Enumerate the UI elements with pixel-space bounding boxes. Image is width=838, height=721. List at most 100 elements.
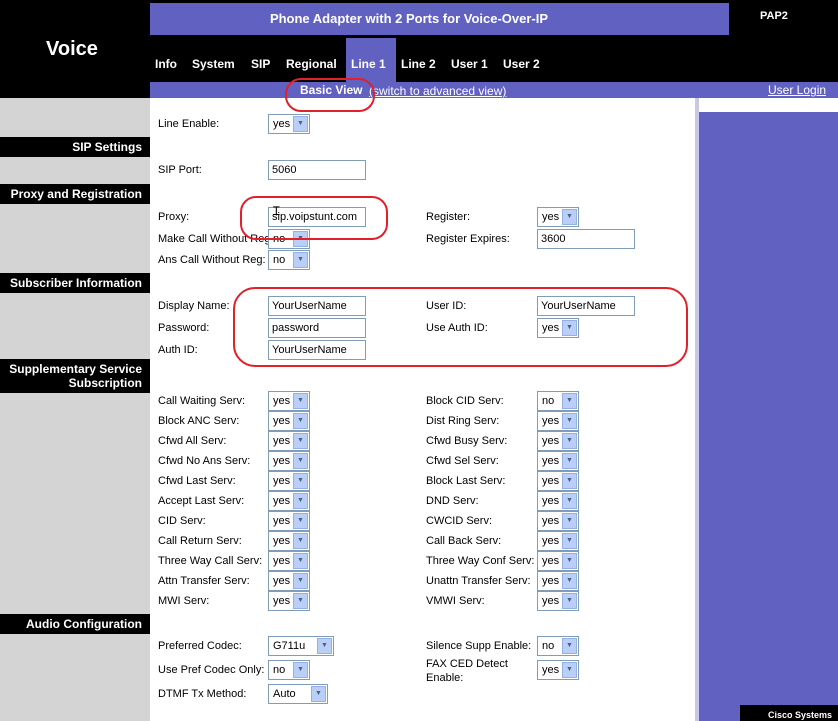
supp-service-right-select[interactable]: yes ▼	[537, 431, 579, 451]
make-call-without-reg-select[interactable]: no ▼	[268, 229, 310, 249]
sip-port-input[interactable]: 5060	[268, 160, 366, 180]
supp-service-right-label: Cfwd Busy Serv:	[426, 435, 508, 447]
register-select[interactable]: yes ▼	[537, 207, 579, 227]
supp-service-left-label: MWI Serv:	[158, 595, 210, 607]
dtmf-tx-method-label: DTMF Tx Method:	[158, 688, 247, 700]
chevron-down-icon: ▼	[562, 493, 577, 509]
supp-service-right-value: yes	[542, 595, 560, 607]
register-expires-input[interactable]: 3600	[537, 229, 635, 249]
supp-service-left-select[interactable]: yes ▼	[268, 571, 310, 591]
supp-service-right-label: Dist Ring Serv:	[426, 415, 500, 427]
ans-call-without-reg-label: Ans Call Without Reg:	[158, 254, 266, 266]
proxy-label: Proxy:	[158, 211, 190, 223]
supp-service-left-label: CID Serv:	[158, 515, 206, 527]
supp-service-left-label: Cfwd Last Serv:	[158, 475, 236, 487]
supp-service-right-select[interactable]: yes ▼	[537, 511, 579, 531]
chevron-down-icon: ▼	[562, 473, 577, 489]
supp-service-left-select[interactable]: yes ▼	[268, 591, 310, 611]
chevron-down-icon: ▼	[293, 533, 308, 549]
tab-sip[interactable]: SIP	[246, 38, 275, 82]
line-enable-value: yes	[273, 118, 291, 130]
supp-service-right-value: yes	[542, 555, 560, 567]
chevron-down-icon: ▼	[562, 433, 577, 449]
supp-service-left-select[interactable]: yes ▼	[268, 491, 310, 511]
supp-service-left-select[interactable]: yes ▼	[268, 531, 310, 551]
use-pref-codec-only-value: no	[273, 664, 286, 676]
user-id-input[interactable]: YourUserName	[537, 296, 635, 316]
supp-service-left-select[interactable]: yes ▼	[268, 431, 310, 451]
line-enable-select[interactable]: yes ▼	[268, 114, 310, 134]
chevron-down-icon: ▼	[293, 433, 308, 449]
preferred-codec-select[interactable]: G711u ▼	[268, 636, 334, 656]
advanced-view-link[interactable]: (switch to advanced view)	[369, 84, 506, 98]
use-auth-id-select[interactable]: yes ▼	[537, 318, 579, 338]
supp-service-right-select[interactable]: yes ▼	[537, 531, 579, 551]
tab-info[interactable]: Info	[150, 38, 182, 82]
supp-service-right-value: yes	[542, 455, 560, 467]
supp-service-left-select[interactable]: yes ▼	[268, 471, 310, 491]
tab-line-1[interactable]: Line 1	[346, 38, 396, 82]
tab-system[interactable]: System	[187, 38, 240, 82]
silence-supp-enable-value: no	[542, 640, 555, 652]
dtmf-tx-method-value: Auto	[273, 688, 296, 700]
line-enable-label: Line Enable:	[158, 118, 220, 130]
auth-id-label: Auth ID:	[158, 344, 198, 356]
section-supplementary-line2: Subscription	[68, 376, 142, 390]
tab-user-2[interactable]: User 2	[498, 38, 545, 82]
make-call-without-reg-label: Make Call Without Reg:	[158, 233, 274, 245]
model-label: PAP2	[760, 10, 788, 22]
supp-service-right-select[interactable]: no ▼	[537, 391, 579, 411]
supp-service-right-label: Call Back Serv:	[426, 535, 502, 547]
chevron-down-icon: ▼	[311, 686, 326, 702]
chevron-down-icon: ▼	[562, 209, 577, 225]
supp-service-left-label: Accept Last Serv:	[158, 495, 245, 507]
tab-line-2[interactable]: Line 2	[396, 38, 441, 82]
supp-service-right-select[interactable]: yes ▼	[537, 451, 579, 471]
use-auth-id-label: Use Auth ID:	[426, 322, 488, 334]
supp-service-left-select[interactable]: yes ▼	[268, 391, 310, 411]
fax-ced-detect-value: yes	[542, 664, 560, 676]
user-login-link[interactable]: User Login	[768, 83, 826, 97]
chevron-down-icon: ▼	[562, 320, 577, 336]
silence-supp-enable-select[interactable]: no ▼	[537, 636, 579, 656]
chevron-down-icon: ▼	[562, 638, 577, 654]
tab-user-1[interactable]: User 1	[446, 38, 493, 82]
dtmf-tx-method-select[interactable]: Auto ▼	[268, 684, 328, 704]
supp-service-left-label: Call Return Serv:	[158, 535, 242, 547]
ans-call-without-reg-select[interactable]: no ▼	[268, 250, 310, 270]
fax-ced-detect-line2: Enable:	[426, 672, 464, 684]
register-value: yes	[542, 211, 560, 223]
supp-service-right-label: Three Way Conf Serv:	[426, 555, 535, 567]
supp-service-right-select[interactable]: yes ▼	[537, 491, 579, 511]
supp-service-right-select[interactable]: yes ▼	[537, 551, 579, 571]
supp-service-right-select[interactable]: yes ▼	[537, 571, 579, 591]
supp-service-right-select[interactable]: yes ▼	[537, 591, 579, 611]
vendor-logo: Cisco Systems	[740, 705, 838, 721]
display-name-input[interactable]: YourUserName	[268, 296, 366, 316]
section-subscriber-info: Subscriber Information	[0, 273, 150, 293]
auth-id-input[interactable]: YourUserName	[268, 340, 366, 360]
chevron-down-icon: ▼	[293, 593, 308, 609]
supp-service-left-value: yes	[273, 455, 291, 467]
password-input[interactable]: password	[268, 318, 366, 338]
fax-ced-detect-line1: FAX CED Detect	[426, 658, 508, 670]
silence-supp-enable-label: Silence Supp Enable:	[426, 640, 532, 652]
use-pref-codec-only-select[interactable]: no ▼	[268, 660, 310, 680]
supp-service-left-select[interactable]: yes ▼	[268, 451, 310, 471]
fax-ced-detect-select[interactable]: yes ▼	[537, 660, 579, 680]
supp-service-left-value: yes	[273, 595, 291, 607]
supp-service-right-select[interactable]: yes ▼	[537, 411, 579, 431]
use-pref-codec-only-label: Use Pref Codec Only:	[158, 664, 265, 676]
proxy-input[interactable]: sip.voipstunt.com	[268, 207, 366, 227]
chevron-down-icon: ▼	[562, 533, 577, 549]
supp-service-left-select[interactable]: yes ▼	[268, 411, 310, 431]
supp-service-left-value: yes	[273, 475, 291, 487]
supp-service-right-value: yes	[542, 515, 560, 527]
supp-service-left-select[interactable]: yes ▼	[268, 551, 310, 571]
tab-regional[interactable]: Regional	[281, 38, 342, 82]
supp-service-right-select[interactable]: yes ▼	[537, 471, 579, 491]
preferred-codec-value: G711u	[273, 640, 306, 652]
supp-service-left-value: yes	[273, 555, 291, 567]
supp-service-left-select[interactable]: yes ▼	[268, 511, 310, 531]
supp-service-left-label: Block ANC Serv:	[158, 415, 240, 427]
